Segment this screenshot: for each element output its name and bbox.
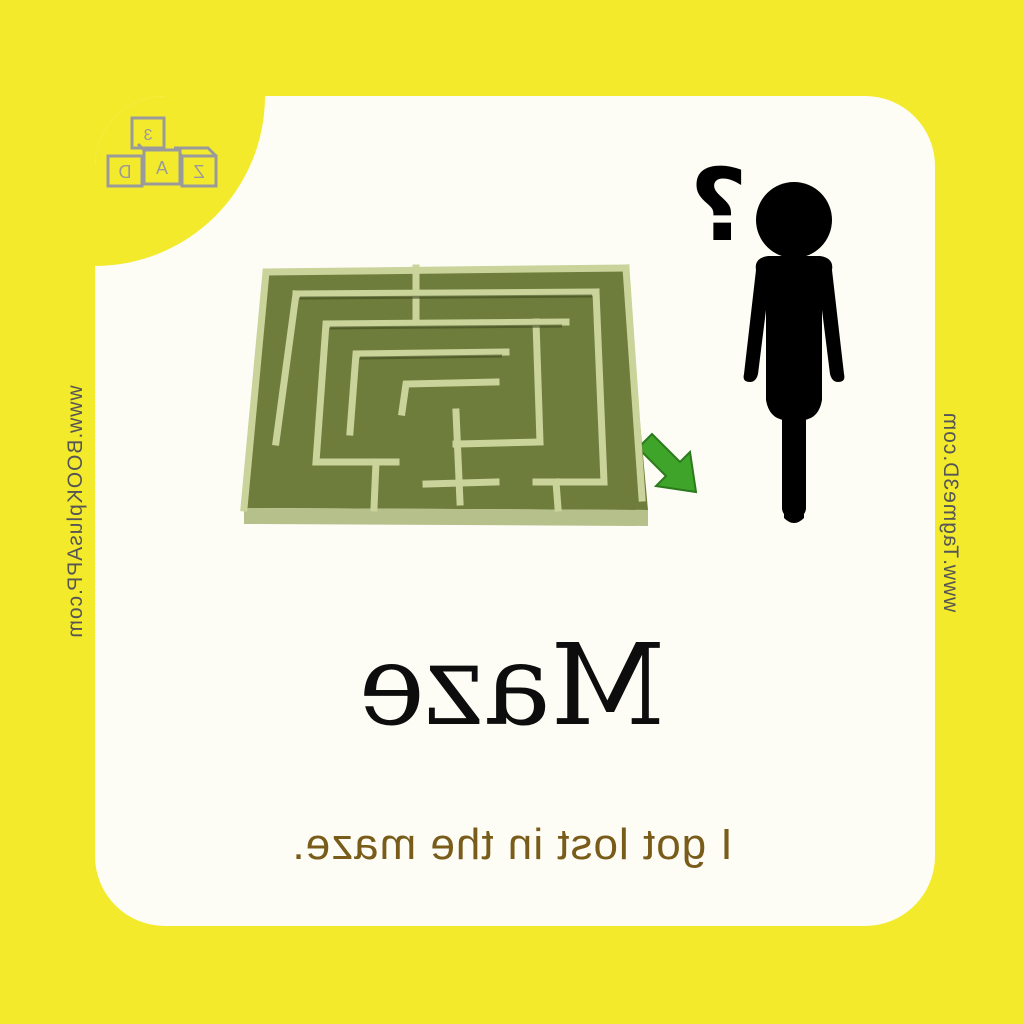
card-word: Maze: [358, 621, 666, 751]
logo-letter-z: Z: [194, 162, 205, 182]
question-mark-icon: ?: [690, 150, 748, 264]
mirrored-content: Z A D 3 ? Maze I got lost in the maze. w…: [0, 0, 1024, 1024]
side-url-right: www.BOOKplusAPP.com: [64, 385, 87, 639]
maze-icon: [240, 264, 648, 526]
logo-letter-3: 3: [143, 127, 152, 144]
logo-letter-a: A: [156, 158, 168, 178]
side-url-left: www.Tagme3D.com: [939, 411, 962, 613]
logo-letter-d: D: [119, 162, 132, 182]
person-silhouette-icon: ?: [690, 150, 845, 523]
card-sentence: I got lost in the maze.: [291, 820, 733, 869]
alphabet-blocks-icon: Z A D 3: [106, 116, 218, 188]
